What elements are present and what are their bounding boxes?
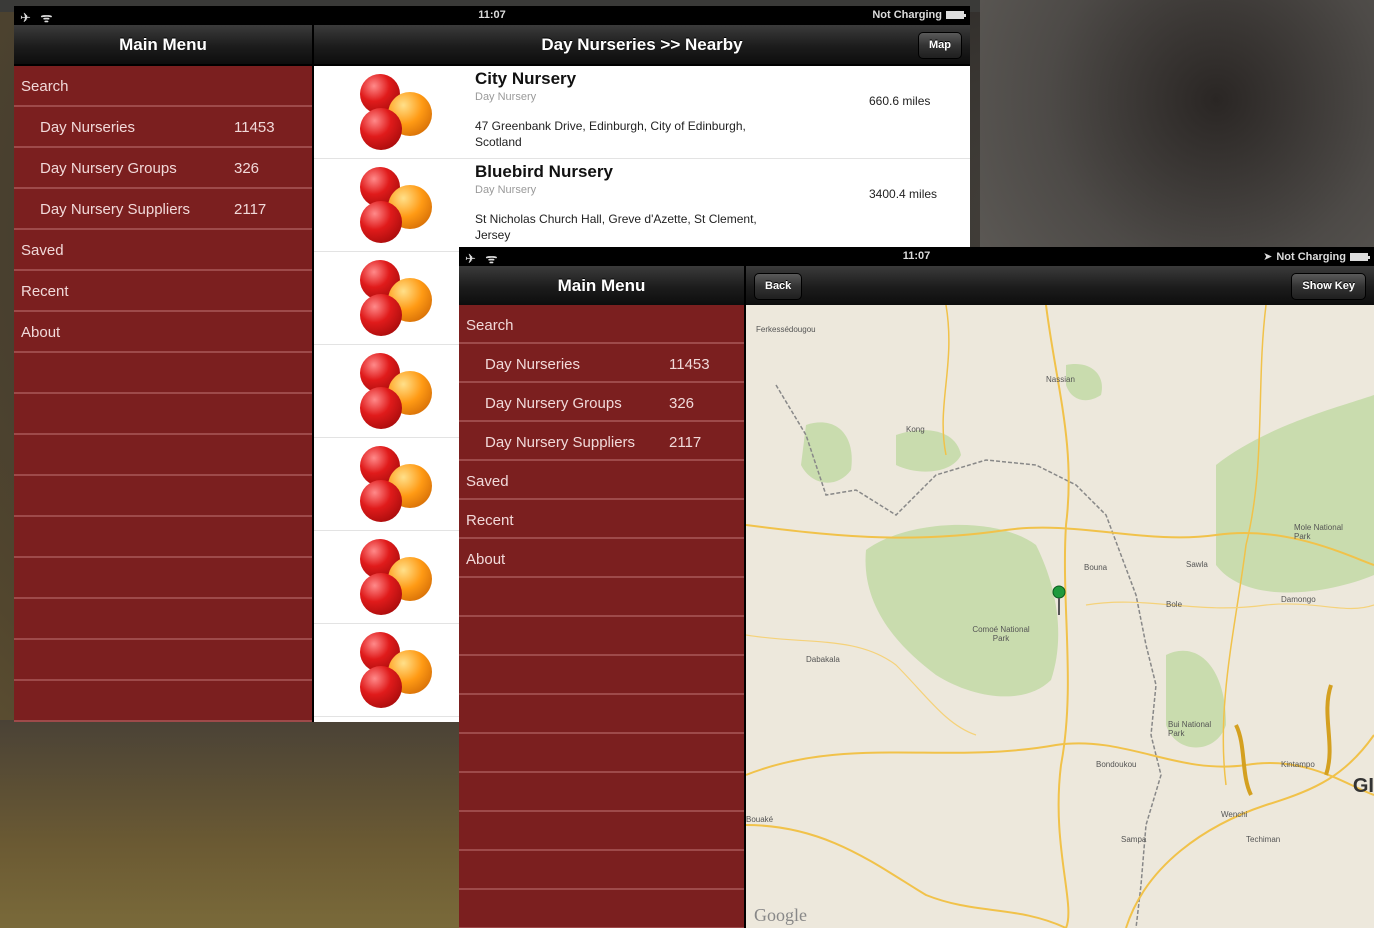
map-edge-label: GI bbox=[1352, 775, 1374, 797]
nursery-logo-icon bbox=[358, 167, 438, 243]
map-button[interactable]: Map bbox=[918, 32, 962, 59]
sidebar-empty-row bbox=[14, 517, 312, 558]
nursery-type: Day Nursery bbox=[475, 184, 537, 196]
sidebar-item-about[interactable]: About bbox=[459, 539, 744, 578]
nursery-logo-icon bbox=[358, 632, 438, 708]
sidebar-item-about[interactable]: About bbox=[14, 312, 312, 353]
sidebar-empty-row bbox=[14, 353, 312, 394]
sidebar-item-saved[interactable]: Saved bbox=[459, 461, 744, 500]
sidebar-title: Main Menu bbox=[119, 35, 207, 54]
sidebar-empty-row bbox=[14, 435, 312, 476]
sidebar-empty-row bbox=[459, 773, 744, 812]
show-key-button[interactable]: Show Key bbox=[1291, 273, 1366, 300]
map-label: Comoé National Park bbox=[972, 625, 1030, 643]
background-blur-right bbox=[980, 0, 1374, 250]
page-title: Day Nurseries >> Nearby bbox=[541, 35, 743, 54]
sidebar-navbar: Main Menu bbox=[14, 25, 312, 65]
list-item[interactable]: Bluebird Nursery Day Nursery St Nicholas… bbox=[314, 159, 970, 252]
nursery-logo-icon bbox=[358, 353, 438, 429]
sidebar-item-recent[interactable]: Recent bbox=[14, 271, 312, 312]
background-blur-bottom bbox=[0, 720, 460, 928]
status-bar: ✈ ᯤ 11:07 ➤ Not Charging bbox=[459, 247, 1374, 266]
back-button[interactable]: Back bbox=[754, 273, 803, 300]
item-count: 11453 bbox=[669, 356, 710, 373]
battery-icon bbox=[1350, 252, 1370, 261]
sidebar-empty-row bbox=[459, 617, 744, 656]
sidebar-item-day-nursery-suppliers[interactable]: Day Nursery Suppliers 2117 bbox=[14, 189, 312, 230]
charging-status: Not Charging bbox=[872, 9, 966, 21]
sidebar-empty-row bbox=[459, 695, 744, 734]
nursery-address: St Nicholas Church Hall, Greve d'Azette,… bbox=[475, 212, 757, 242]
nursery-logo-icon bbox=[358, 539, 438, 615]
sidebar-empty-row bbox=[459, 734, 744, 773]
list-item[interactable]: City Nursery Day Nursery 47 Greenbank Dr… bbox=[314, 66, 970, 159]
map-label: Techiman bbox=[1246, 835, 1281, 844]
location-icon: ➤ bbox=[1263, 251, 1273, 263]
nursery-logo-icon bbox=[358, 446, 438, 522]
status-bar: ✈ ᯤ 11:07 Not Charging bbox=[14, 6, 970, 25]
map-view[interactable]: Dabakala Bouaké Bondoukou Comoé National… bbox=[746, 305, 1374, 928]
battery-icon bbox=[946, 11, 966, 19]
map-label: Dabakala bbox=[806, 655, 840, 664]
item-count: 2117 bbox=[669, 434, 702, 451]
nursery-name: City Nursery bbox=[475, 69, 577, 88]
sidebar-item-day-nursery-groups[interactable]: Day Nursery Groups 326 bbox=[14, 148, 312, 189]
nursery-logo-icon bbox=[358, 74, 438, 150]
google-attribution: Google bbox=[754, 905, 807, 925]
sidebar-empty-row bbox=[14, 394, 312, 435]
sidebar-item-saved[interactable]: Saved bbox=[14, 230, 312, 271]
sidebar-menu: Search Day Nurseries 11453 Day Nursery Gr… bbox=[459, 305, 744, 928]
item-count: 11453 bbox=[234, 119, 275, 136]
status-time: 11:07 bbox=[478, 9, 506, 21]
sidebar-item-day-nursery-suppliers[interactable]: Day Nursery Suppliers 2117 bbox=[459, 422, 744, 461]
map-label: Bouna bbox=[1084, 563, 1108, 572]
map-label: Bondoukou bbox=[1096, 760, 1137, 769]
sidebar-empty-row bbox=[459, 812, 744, 851]
nursery-type: Day Nursery bbox=[475, 91, 537, 103]
map-label: Sampa bbox=[1121, 835, 1147, 844]
map-label: Bouaké bbox=[746, 815, 774, 824]
map-label: Bole bbox=[1166, 600, 1183, 609]
map-label: Kintampo bbox=[1281, 760, 1315, 769]
map-label: Mole National Park bbox=[1294, 523, 1343, 541]
item-count: 326 bbox=[234, 160, 260, 177]
sidebar-empty-row bbox=[14, 476, 312, 517]
nursery-address: 47 Greenbank Drive, Edinburgh, City of E… bbox=[475, 119, 746, 149]
sidebar-item-search[interactable]: Search bbox=[459, 305, 744, 344]
map-label: Kong bbox=[906, 425, 925, 434]
map-navbar: Back Show Key bbox=[746, 266, 1374, 306]
item-count: 326 bbox=[669, 395, 695, 412]
sidebar-empty-row bbox=[459, 578, 744, 617]
sidebar-item-day-nurseries[interactable]: Day Nurseries 11453 bbox=[459, 344, 744, 383]
list-navbar: Day Nurseries >> Nearby Map bbox=[314, 25, 970, 65]
sidebar-empty-row bbox=[14, 599, 312, 640]
sidebar-empty-row bbox=[14, 558, 312, 599]
ipad-screen-map: ✈ ᯤ 11:07 ➤ Not Charging Main Menu Back … bbox=[459, 247, 1374, 928]
nursery-distance: 660.6 miles bbox=[869, 94, 931, 108]
map-label: Damongo bbox=[1281, 595, 1316, 604]
nursery-logo-icon bbox=[358, 260, 438, 336]
sidebar-navbar: Main Menu bbox=[459, 266, 744, 306]
sidebar-empty-row bbox=[459, 656, 744, 695]
sidebar-item-recent[interactable]: Recent bbox=[459, 500, 744, 539]
sidebar-empty-row bbox=[459, 851, 744, 890]
sidebar-item-search[interactable]: Search bbox=[14, 66, 312, 107]
map-label: Bui National Park bbox=[1168, 720, 1212, 738]
map-label: Sawla bbox=[1186, 560, 1208, 569]
nursery-distance: 3400.4 miles bbox=[869, 187, 938, 201]
item-count: 2117 bbox=[234, 201, 267, 218]
map-label: Nassian bbox=[1046, 375, 1075, 384]
status-time: 11:07 bbox=[902, 250, 931, 262]
sidebar-menu: Search Day Nurseries 11453 Day Nursery Gr… bbox=[14, 66, 312, 722]
sidebar-title: Main Menu bbox=[557, 276, 646, 295]
charging-status: ➤ Not Charging bbox=[1263, 250, 1370, 263]
sidebar-empty-row bbox=[459, 890, 744, 928]
sidebar-item-day-nurseries[interactable]: Day Nurseries 11453 bbox=[14, 107, 312, 148]
sidebar-empty-row bbox=[14, 640, 312, 681]
sidebar-empty-row bbox=[14, 681, 312, 722]
map-label: Wenchi bbox=[1221, 810, 1248, 819]
nursery-name: Bluebird Nursery bbox=[475, 162, 613, 181]
map-label: Ferkessédougou bbox=[756, 325, 816, 334]
sidebar-item-day-nursery-groups[interactable]: Day Nursery Groups 326 bbox=[459, 383, 744, 422]
